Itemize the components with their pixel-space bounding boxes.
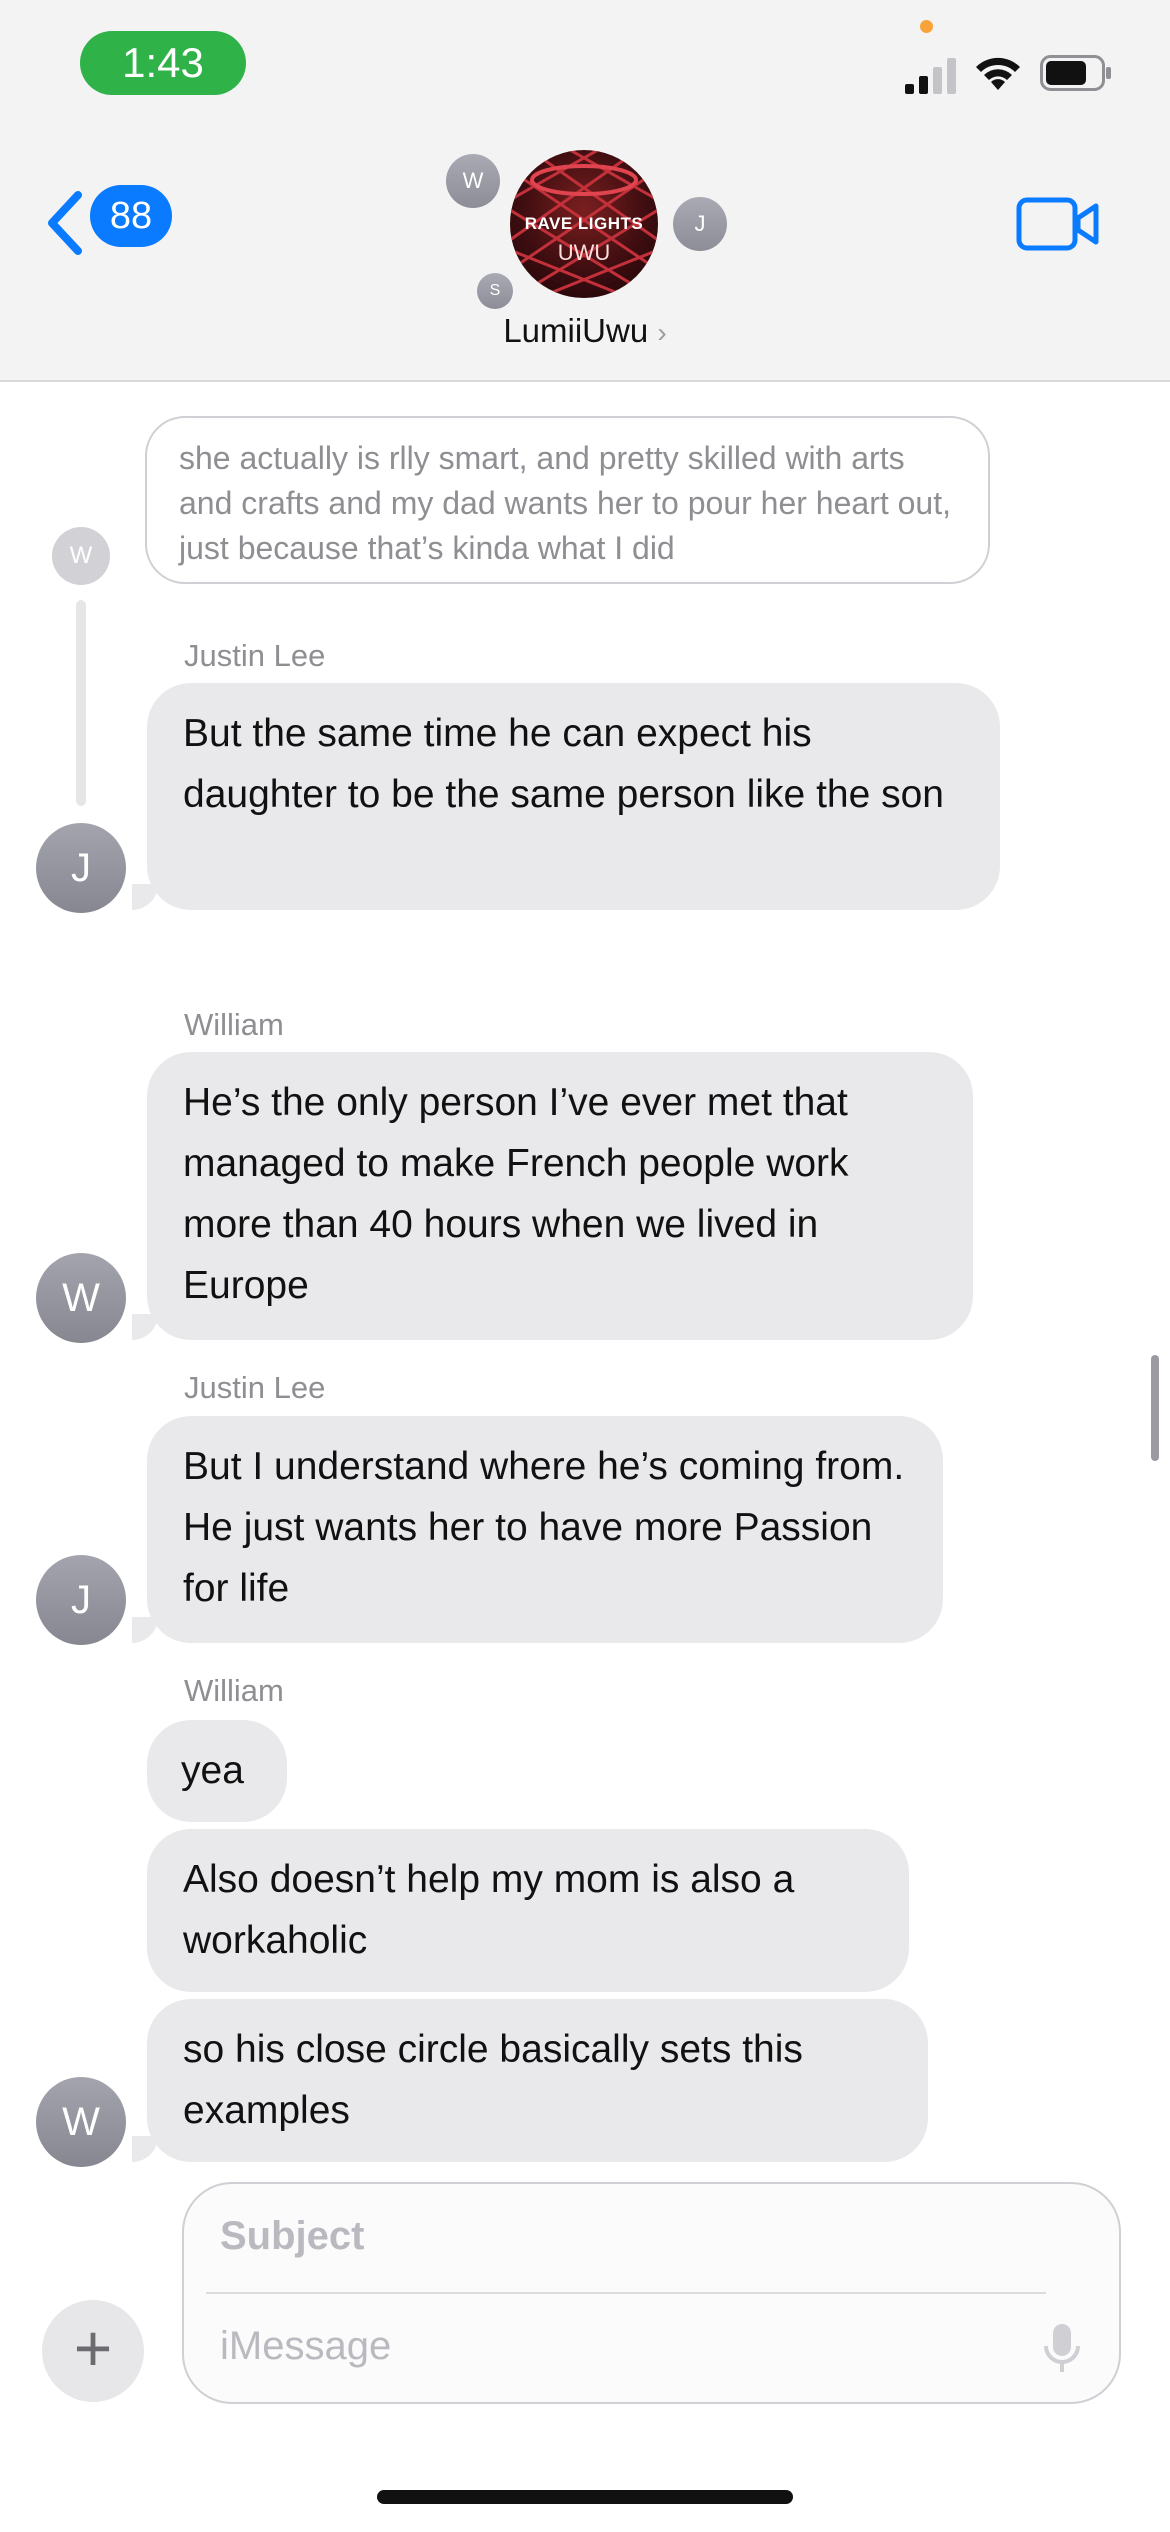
sender-name: William	[184, 1007, 284, 1042]
unread-count-badge: 88	[90, 185, 172, 247]
mic-in-use-indicator	[920, 20, 933, 33]
avatar-j[interactable]: J	[36, 1555, 126, 1645]
add-attachment-button[interactable]: +	[42, 2300, 144, 2402]
bubble-tail	[132, 1314, 158, 1340]
back-button[interactable]: 88	[46, 185, 176, 265]
sender-name: Justin Lee	[184, 638, 326, 673]
group-avatar[interactable]: RAVE LIGHTS UWU	[510, 150, 658, 298]
microphone-icon[interactable]	[1042, 2322, 1082, 2378]
message-bubble[interactable]: He’s the only person I’ve ever met that …	[147, 1052, 973, 1340]
quoted-avatar-w: W	[52, 527, 110, 585]
message-bubble[interactable]: Also doesn’t help my mom is also a worka…	[147, 1829, 909, 1992]
scrollbar[interactable]	[1151, 1355, 1159, 1461]
message-bubble[interactable]: so his close circle basically sets this …	[147, 1999, 928, 2162]
wifi-icon	[976, 57, 1020, 90]
mini-avatar-s: S	[477, 273, 513, 309]
bubble-tail	[132, 884, 158, 910]
back-chevron-icon	[48, 191, 82, 255]
cellular-signal-icon	[905, 58, 956, 94]
status-time: 1:43	[80, 31, 246, 95]
quoted-reply-bubble[interactable]: she actually is rlly smart, and pretty s…	[145, 416, 990, 584]
battery-icon	[1040, 55, 1111, 91]
bubble-tail	[132, 1617, 158, 1643]
sender-name: Justin Lee	[184, 1370, 326, 1405]
home-indicator[interactable]	[377, 2490, 793, 2504]
reply-thread-line	[76, 600, 86, 806]
message-bubble[interactable]: But the same time he can expect his daug…	[147, 683, 1000, 910]
avatar-w[interactable]: W	[36, 2077, 126, 2167]
chevron-right-icon: ›	[657, 317, 667, 348]
message-input[interactable]: iMessage	[220, 2324, 391, 2369]
avatar-w[interactable]: W	[36, 1253, 126, 1343]
compose-divider	[206, 2292, 1046, 2294]
mini-avatar-j: J	[673, 197, 727, 251]
avatar-label-line1: RAVE LIGHTS	[524, 214, 644, 233]
avatar-label-line2: UWU	[557, 240, 611, 265]
group-name[interactable]: LumiiUwu ›	[470, 312, 700, 350]
message-bubble[interactable]: yea	[147, 1720, 287, 1822]
message-bubble[interactable]: But I understand where he’s coming from.…	[147, 1416, 943, 1643]
conversation-header: 1:43 88 W J S RAVE LIGHTS UWU LumiiUwu ›	[0, 0, 1170, 382]
avatar-j[interactable]: J	[36, 823, 126, 913]
mini-avatar-w: W	[446, 154, 500, 208]
video-camera-icon[interactable]	[1016, 196, 1100, 252]
compose-box[interactable]: Subject iMessage	[182, 2182, 1121, 2404]
bubble-tail	[132, 2136, 158, 2162]
group-name-label: LumiiUwu	[503, 312, 649, 349]
subject-input[interactable]: Subject	[220, 2214, 364, 2259]
sender-name: William	[184, 1673, 284, 1708]
